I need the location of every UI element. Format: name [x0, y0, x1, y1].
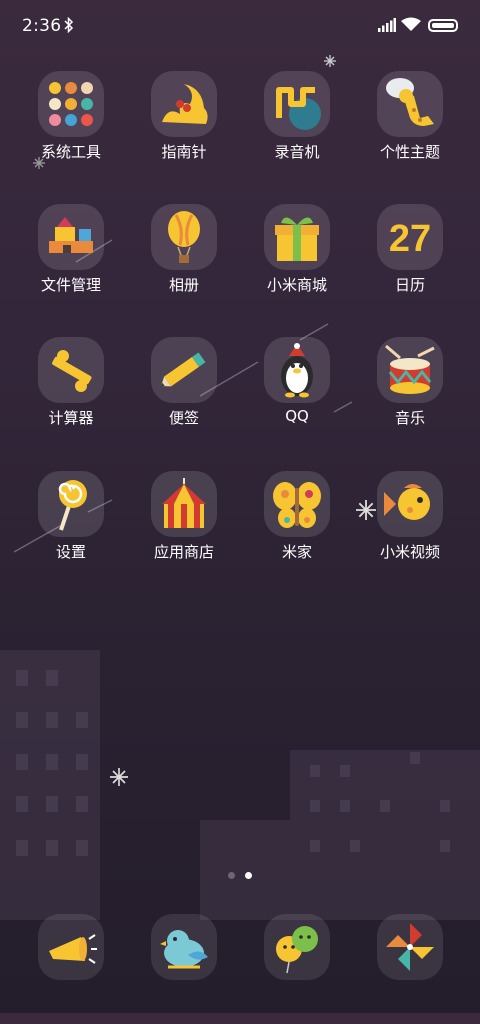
- status-bar: 2:36: [0, 0, 480, 52]
- settings-lollipop-icon: [58, 480, 87, 531]
- app-label: 指南针: [161, 143, 207, 161]
- mi-video-fish-icon: [384, 484, 430, 520]
- app-label: 应用商店: [153, 543, 214, 561]
- app-mi-video[interactable]: 小米视频: [355, 471, 465, 581]
- app-gallery[interactable]: 相册: [129, 204, 239, 314]
- app-label: 小米商城: [266, 276, 327, 294]
- app-qq[interactable]: QQ: [242, 337, 352, 447]
- app-music[interactable]: 音乐: [355, 337, 465, 447]
- calculator-icon: [52, 350, 92, 392]
- app-label: 录音机: [274, 143, 320, 161]
- dock-app-contacts[interactable]: [242, 914, 352, 1024]
- app-file-manager[interactable]: 文件管理: [16, 204, 126, 314]
- recorder-icon: [276, 87, 321, 130]
- music-drum-icon: [385, 344, 435, 394]
- app-calculator[interactable]: 计算器: [16, 337, 126, 447]
- app-label: 日历: [394, 276, 425, 294]
- app-settings[interactable]: 设置: [16, 471, 126, 581]
- app-compass[interactable]: 指南针: [129, 71, 239, 181]
- dock-app-browser[interactable]: [355, 914, 465, 1024]
- app-label: 计算器: [48, 409, 94, 427]
- app-app-store[interactable]: 应用商店: [129, 471, 239, 581]
- mijia-butterfly-icon: [273, 482, 321, 528]
- app-mi-store[interactable]: 小米商城: [242, 204, 352, 314]
- app-recorder[interactable]: 录音机: [242, 71, 352, 181]
- gallery-balloon-icon: [168, 211, 200, 263]
- app-label: 设置: [55, 543, 86, 561]
- app-label: 便签: [168, 409, 199, 427]
- page-dot[interactable]: [228, 872, 235, 879]
- app-label: 米家: [281, 543, 312, 561]
- app-label: 相册: [168, 276, 199, 294]
- contacts-balloons-icon: [276, 926, 318, 974]
- calendar-day: 27: [389, 218, 431, 260]
- qq-penguin-icon: [281, 343, 313, 398]
- notes-pencil-icon: [161, 352, 206, 387]
- app-system-tools[interactable]: 系统工具: [16, 71, 126, 181]
- system-tools-folder-icon: [49, 82, 93, 126]
- app-label: 音乐: [394, 409, 425, 427]
- themes-giraffe-icon: [386, 78, 434, 126]
- app-label: 文件管理: [40, 276, 101, 294]
- page-dot-current[interactable]: [245, 872, 252, 879]
- battery-icon: [428, 19, 458, 32]
- phone-horn-icon: [49, 934, 97, 964]
- bluetooth-icon: [64, 17, 74, 33]
- app-label: 系统工具: [40, 143, 101, 161]
- snowflake-icon: [110, 768, 128, 786]
- signal-icon: [378, 18, 396, 32]
- wifi-icon: [401, 17, 421, 31]
- mi-store-gift-icon: [275, 217, 319, 261]
- app-notes[interactable]: 便签: [129, 337, 239, 447]
- status-time: 2:36: [22, 16, 62, 36]
- app-label: 个性主题: [379, 143, 440, 161]
- browser-pinwheel-icon: [386, 923, 434, 971]
- app-themes[interactable]: 个性主题: [355, 71, 465, 181]
- app-store-tent-icon: [162, 478, 206, 528]
- file-manager-blocks-icon: [49, 217, 93, 253]
- dock-app-messages[interactable]: [129, 914, 239, 1024]
- dock-app-phone[interactable]: [16, 914, 126, 1024]
- app-mijia[interactable]: 米家: [242, 471, 352, 581]
- app-calendar[interactable]: 27 日历: [355, 204, 465, 314]
- app-label: QQ: [285, 407, 309, 425]
- compass-icon: [162, 84, 208, 124]
- calendar-icon: 27: [389, 218, 431, 260]
- app-label: 小米视频: [379, 543, 440, 561]
- page-indicator[interactable]: [226, 872, 256, 882]
- messages-bird-icon: [160, 930, 208, 969]
